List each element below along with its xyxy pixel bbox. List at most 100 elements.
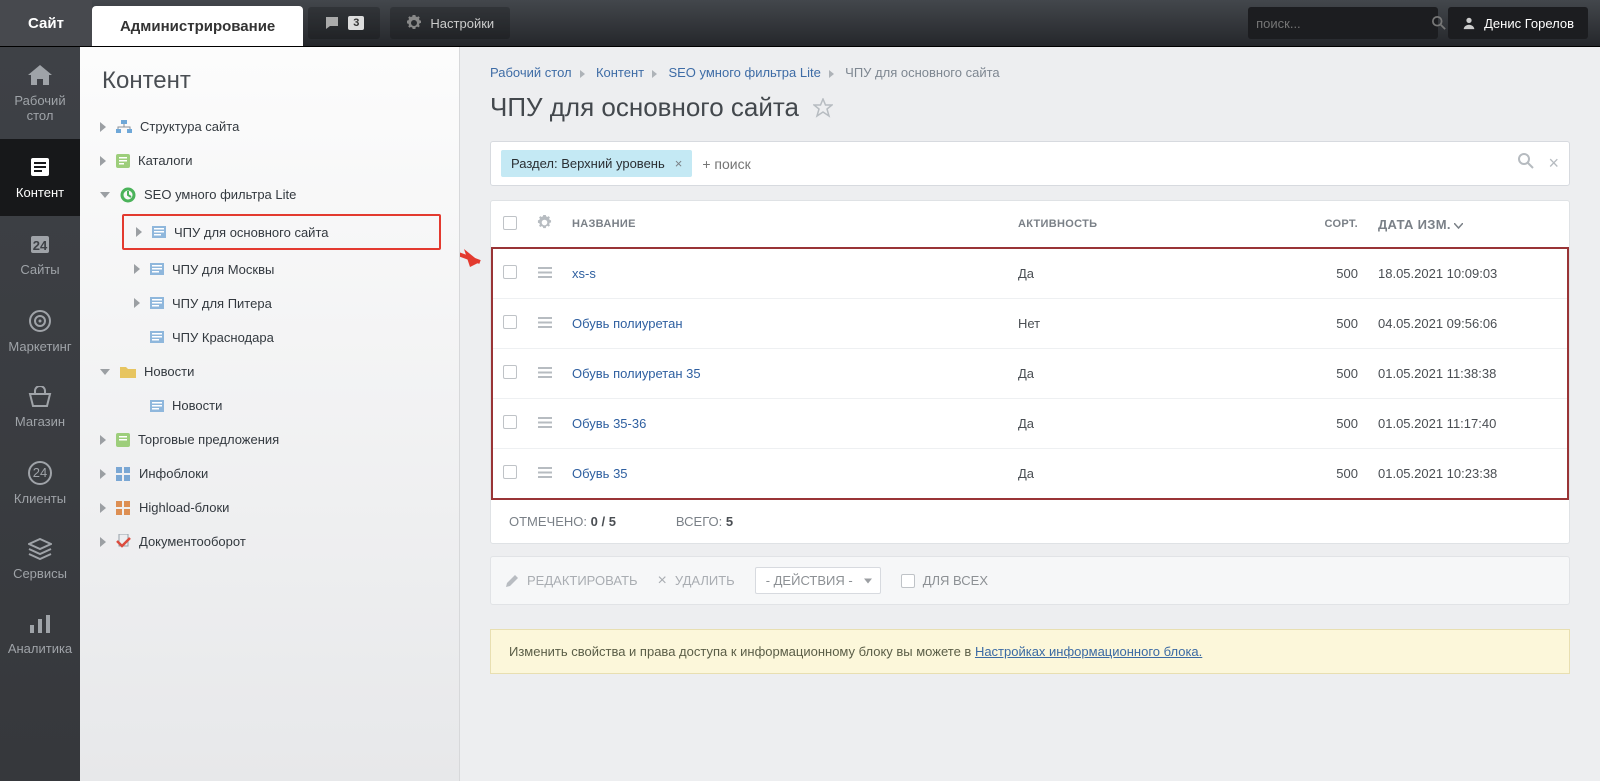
tree: Структура сайта Каталоги SEO умного филь… xyxy=(80,109,459,558)
table-row[interactable]: Обувь полиуретан 35Да50001.05.2021 11:38… xyxy=(492,349,1568,399)
site-tab[interactable]: Сайт xyxy=(0,0,92,46)
tree-trade[interactable]: Торговые предложения xyxy=(80,422,459,456)
row-date: 18.05.2021 10:09:03 xyxy=(1368,248,1568,299)
tree-seo[interactable]: SEO умного фильтра Lite xyxy=(80,177,459,212)
user-button[interactable]: Денис Горелов xyxy=(1448,7,1588,39)
iconbar-marketing[interactable]: Маркетинг xyxy=(0,293,80,370)
row-name-link[interactable]: Обувь 35 xyxy=(572,466,628,481)
action-bar: РЕДАКТИРОВАТЬ × УДАЛИТЬ - ДЕЙСТВИЯ - ДЛЯ… xyxy=(490,556,1570,605)
tree-infoblocks[interactable]: Инфоблоки xyxy=(80,456,459,490)
col-name[interactable]: НАЗВАНИЕ xyxy=(562,201,1008,248)
row-menu[interactable] xyxy=(527,299,562,349)
crumb-1[interactable]: Контент xyxy=(596,65,644,80)
tree-seo-main[interactable]: ЧПУ для основного сайта xyxy=(122,214,441,250)
crumb-0[interactable]: Рабочий стол xyxy=(490,65,572,80)
list-icon xyxy=(150,297,164,309)
folder-icon xyxy=(120,365,136,378)
table-row[interactable]: xs-sДа50018.05.2021 10:09:03 xyxy=(492,248,1568,299)
iconbar-content[interactable]: Контент xyxy=(0,139,80,216)
settings-button[interactable]: Настройки xyxy=(390,7,510,39)
row-checkbox[interactable] xyxy=(503,265,517,279)
chevron-down-icon xyxy=(1454,223,1463,229)
actions-select[interactable]: - ДЕЙСТВИЯ - xyxy=(755,567,881,594)
admin-tab[interactable]: Администрирование xyxy=(92,6,303,46)
tree-catalogs[interactable]: Каталоги xyxy=(80,143,459,177)
row-name-link[interactable]: Обувь полиуретан 35 xyxy=(572,366,701,381)
notifications-button[interactable]: 3 xyxy=(308,7,380,39)
row-menu[interactable] xyxy=(527,399,562,449)
seo-icon xyxy=(120,187,136,203)
filter-tag[interactable]: Раздел: Верхний уровень × xyxy=(501,150,692,177)
close-icon[interactable]: × xyxy=(675,156,683,171)
table-row[interactable]: Обувь 35Да50001.05.2021 10:23:38 xyxy=(492,449,1568,500)
search-icon xyxy=(1432,16,1446,30)
row-checkbox[interactable] xyxy=(503,365,517,379)
col-active[interactable]: АКТИВНОСТЬ xyxy=(1008,201,1258,248)
close-icon: × xyxy=(658,572,667,590)
iconbar-shop[interactable]: Магазин xyxy=(0,370,80,445)
iconbar-desktop[interactable]: Рабочий стол xyxy=(0,47,80,139)
top-search-input[interactable] xyxy=(1256,16,1432,31)
row-checkbox[interactable] xyxy=(503,465,517,479)
filter-search-input[interactable] xyxy=(702,156,1508,172)
iconbar-label: Маркетинг xyxy=(8,339,71,354)
iconbar-sites[interactable]: 24 Сайты xyxy=(0,216,80,293)
row-date: 01.05.2021 11:38:38 xyxy=(1368,349,1568,399)
list-icon xyxy=(150,331,164,343)
row-menu[interactable] xyxy=(527,349,562,399)
row-sort: 500 xyxy=(1258,399,1368,449)
row-menu[interactable] xyxy=(527,248,562,299)
iconbar-services[interactable]: Сервисы xyxy=(0,522,80,597)
row-sort: 500 xyxy=(1258,299,1368,349)
row-checkbox[interactable] xyxy=(503,415,517,429)
list-icon xyxy=(152,226,166,238)
row-name-link[interactable]: xs-s xyxy=(572,266,596,281)
pencil-icon xyxy=(505,574,519,588)
tree-docflow[interactable]: Документооборот xyxy=(80,524,459,558)
row-checkbox[interactable] xyxy=(503,315,517,329)
iconbar-label: Сайты xyxy=(20,262,59,277)
edit-button[interactable]: РЕДАКТИРОВАТЬ xyxy=(505,573,638,588)
row-sort: 500 xyxy=(1258,449,1368,500)
col-date[interactable]: ДАТА ИЗМ. xyxy=(1368,201,1568,248)
filter-tag-label: Раздел: Верхний уровень xyxy=(511,156,665,171)
iconbar: Рабочий стол Контент 24 Сайты Маркетинг … xyxy=(0,47,80,781)
star-icon[interactable] xyxy=(813,98,833,118)
row-menu[interactable] xyxy=(527,449,562,500)
col-sort[interactable]: СОРТ. xyxy=(1258,201,1368,248)
iconbar-label: Сервисы xyxy=(13,566,67,581)
tree-news-child[interactable]: Новости xyxy=(80,388,459,422)
row-date: 01.05.2021 11:17:40 xyxy=(1368,399,1568,449)
table-row[interactable]: Обувь 35-36 Да50001.05.2021 11:17:40 xyxy=(492,399,1568,449)
table-row[interactable]: Обувь полиуретанНет50004.05.2021 09:56:0… xyxy=(492,299,1568,349)
iconbar-clients[interactable]: 24 Клиенты xyxy=(0,445,80,522)
user-icon xyxy=(1462,16,1476,30)
search-icon[interactable] xyxy=(1518,153,1534,169)
tree-seo-krasnodar[interactable]: ЧПУ Краснодара xyxy=(80,320,459,354)
crumb-2[interactable]: SEO умного фильтра Lite xyxy=(668,65,820,80)
tree-highload[interactable]: Highload-блоки xyxy=(80,490,459,524)
tree-seo-piter[interactable]: ЧПУ для Питера xyxy=(80,286,459,320)
clear-icon[interactable]: × xyxy=(1548,153,1559,174)
delete-button[interactable]: × УДАЛИТЬ xyxy=(658,572,735,590)
clients-icon: 24 xyxy=(28,461,52,485)
book-icon xyxy=(116,433,130,447)
for-all-checkbox[interactable]: ДЛЯ ВСЕХ xyxy=(901,573,988,588)
row-name-link[interactable]: Обувь 35-36 xyxy=(572,416,646,431)
tree-news[interactable]: Новости xyxy=(80,354,459,388)
gear-icon[interactable] xyxy=(537,215,552,230)
svg-text:24: 24 xyxy=(33,238,48,253)
top-search[interactable] xyxy=(1248,7,1438,39)
content-icon xyxy=(28,155,52,179)
row-active: Да xyxy=(1008,399,1258,449)
hint-box: Изменить свойства и права доступа к инфо… xyxy=(490,629,1570,674)
iconbar-analytics[interactable]: Аналитика xyxy=(0,597,80,672)
settings-label: Настройки xyxy=(430,16,494,31)
tree-seo-moscow[interactable]: ЧПУ для Москвы xyxy=(80,252,459,286)
iconbar-label: Клиенты xyxy=(14,491,66,506)
row-active: Да xyxy=(1008,248,1258,299)
hint-link[interactable]: Настройках информационного блока. xyxy=(975,644,1202,659)
select-all-checkbox[interactable] xyxy=(503,216,517,230)
tree-structure[interactable]: Структура сайта xyxy=(80,109,459,143)
row-name-link[interactable]: Обувь полиуретан xyxy=(572,316,683,331)
